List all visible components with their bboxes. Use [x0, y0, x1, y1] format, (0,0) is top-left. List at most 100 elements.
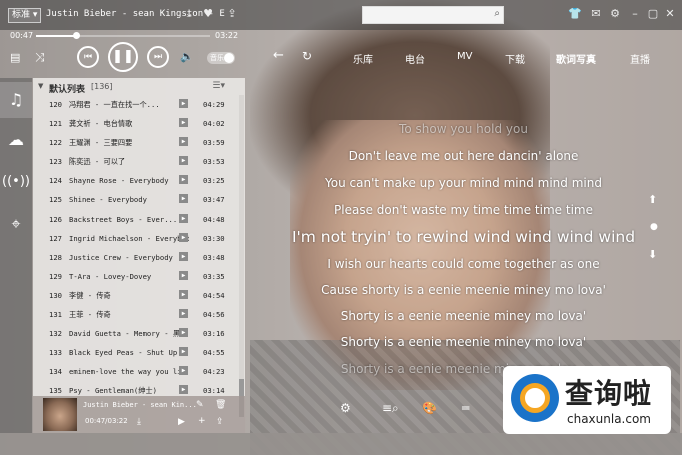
playlist-row[interactable]: 132 David Guetta - Memory - 黑... ▶ 03:16 [33, 324, 238, 343]
close-icon[interactable]: ✕ [663, 7, 677, 21]
cloud-icon[interactable]: ☁ [0, 122, 32, 158]
mv-icon[interactable]: ▶ [179, 156, 188, 166]
mv-icon[interactable]: ▶ [179, 194, 188, 204]
gear-icon[interactable]: ⚙ [608, 7, 622, 21]
location-icon[interactable]: ⌖ [0, 206, 32, 242]
playlist-row[interactable]: 124 Shayne Rose - Everybody ▶ 03:25 [33, 171, 238, 190]
row-duration: 04:56 [203, 310, 225, 320]
edit-icon[interactable]: ✎ [196, 400, 204, 410]
minimize-icon[interactable]: – [628, 7, 642, 21]
mode-toggle[interactable]: 音乐 [207, 52, 235, 64]
list-menu-icon[interactable]: ☰▾ [212, 81, 225, 91]
search-icon[interactable]: ⌕ [494, 8, 500, 19]
mv-icon[interactable]: ▶ [179, 270, 188, 280]
collapse-arrow-icon[interactable]: ▼ [38, 82, 43, 90]
mv-icon[interactable]: ▶ [179, 175, 188, 185]
mv-icon[interactable]: ▶ [179, 385, 188, 395]
row-title: Shayne Rose - Everybody [69, 176, 169, 186]
lines-icon[interactable]: ═ [462, 401, 469, 415]
mv-icon[interactable]: ▶ [179, 232, 188, 242]
row-duration: 04:48 [203, 214, 225, 224]
row-title: Psy - Gentleman(绅士) [69, 386, 157, 396]
tab-lyrics-photo[interactable]: 歌词写真 [556, 51, 596, 66]
row-number: 123 [49, 157, 62, 167]
search-input[interactable] [363, 11, 485, 27]
playlist-row[interactable]: 127 Ingrid Michaelson - Everybody ▶ 03:30 [33, 229, 238, 248]
share-icon[interactable]: ⇪ [216, 417, 224, 427]
playlist-row[interactable]: 125 Shinee - Everybody ▶ 03:47 [33, 190, 238, 209]
tab-live[interactable]: 直播 [630, 51, 650, 66]
playlist-row[interactable]: 123 陈奕迅 - 可以了 ▶ 03:53 [33, 152, 238, 171]
scrollbar[interactable] [239, 95, 244, 417]
row-number: 127 [49, 233, 62, 243]
lyric-line: Shorty is a eenie meenie miney mo lova' [340, 335, 587, 349]
lyrics-window-icon[interactable]: ▤ [10, 51, 20, 64]
mv-icon[interactable]: ▶ [179, 213, 188, 223]
mv-icon[interactable]: ▶ [179, 328, 188, 338]
mv-icon[interactable]: ▶ [179, 251, 188, 261]
message-icon[interactable]: ✉ [589, 7, 603, 21]
search-lyrics-icon[interactable]: ≡⌕ [382, 401, 399, 416]
radio-icon[interactable]: ((•)) [0, 164, 32, 200]
playlist-row[interactable]: 120 冯翔君 - 一直在找一个... ▶ 04:29 [33, 95, 238, 114]
mv-icon[interactable]: ▶ [179, 137, 188, 147]
progress-bar[interactable] [36, 32, 210, 39]
volume-icon[interactable]: 🔈 [180, 50, 194, 63]
settings-icon[interactable]: ⚙ [340, 401, 351, 415]
tab-download[interactable]: 下载 [505, 51, 525, 66]
playlist-row[interactable]: 134 eminem-love the way you lie ▶ 04:23 [33, 362, 238, 381]
row-number: 130 [49, 290, 62, 300]
share-icon[interactable]: ⇪ [225, 7, 239, 21]
row-duration: 04:23 [203, 367, 225, 377]
mv-icon[interactable]: ▶ [179, 118, 188, 128]
search-box[interactable]: ⌕ [362, 6, 504, 27]
mv-icon[interactable]: ▶ [179, 99, 188, 108]
row-number: 120 [49, 100, 62, 109]
refresh-icon[interactable]: ↻ [302, 49, 312, 63]
music-note-icon[interactable]: ♫ [0, 82, 32, 118]
trash-icon[interactable]: 🗑 [215, 400, 226, 410]
row-number: 121 [49, 119, 62, 129]
mv-icon[interactable]: ▶ [179, 289, 188, 299]
next-button[interactable]: ⏭ [147, 46, 169, 68]
playlist-row[interactable]: 131 王菲 - 传奇 ▶ 04:56 [33, 305, 238, 324]
playlist-name: 默认列表 [49, 85, 86, 95]
lyrics-up-icon[interactable]: ⬆ [648, 193, 657, 206]
palette-icon[interactable]: 🎨 [422, 401, 437, 415]
download-icon[interactable]: ⤓ [137, 417, 141, 427]
mv-icon[interactable]: ▶ [179, 347, 188, 357]
playlist-row[interactable]: 129 T-Ara - Lovey-Dovey ▶ 03:35 [33, 267, 238, 286]
mode-toggle-label: 音乐 [210, 54, 224, 62]
playlist-row[interactable]: 133 Black Eyed Peas - Shut Up ▶ 04:55 [33, 343, 238, 362]
tab-mv[interactable]: MV [457, 51, 472, 62]
mv-icon[interactable]: ▶ [179, 366, 188, 376]
skin-icon[interactable]: 👕 [568, 7, 582, 21]
playlist-row[interactable]: 121 龚文祈 - 电台情歌 ▶ 04:02 [33, 114, 238, 133]
add-icon[interactable]: + [198, 416, 206, 426]
download-icon[interactable]: ⤓ [182, 7, 196, 21]
back-icon[interactable]: ← [273, 48, 284, 63]
now-playing-mini[interactable]: Justin Bieber - sean Kin... 00:47/03:22 … [33, 396, 245, 433]
playlist-row[interactable]: 130 李健 - 传奇 ▶ 04:54 [33, 286, 238, 305]
playlist-row[interactable]: 122 王耀渊 - 三要四要 ▶ 03:59 [33, 133, 238, 152]
watermark-en: chaxunla.com [567, 412, 651, 426]
progress-knob[interactable] [73, 32, 81, 39]
maximize-icon[interactable]: ▢ [646, 7, 660, 21]
playlist-row[interactable]: 126 Backstreet Boys - Ever... ▶ 04:48 [33, 210, 238, 229]
previous-button[interactable]: ⏮ [77, 46, 99, 68]
mv-icon[interactable]: ▶ [178, 417, 185, 427]
mv-icon[interactable]: ▶ [179, 309, 188, 319]
heart-icon[interactable]: ♥ [201, 7, 215, 21]
lyrics-down-icon[interactable]: ⬇ [648, 248, 657, 261]
row-duration: 03:25 [203, 176, 225, 186]
shuffle-icon[interactable]: ⤨ [35, 50, 45, 65]
row-duration: 03:35 [203, 271, 225, 281]
tab-radio[interactable]: 电台 [405, 51, 425, 66]
lyrics-dot-icon[interactable]: ● [650, 222, 658, 232]
playlist-row[interactable]: 128 Justice Crew - Everybody ▶ 03:48 [33, 248, 238, 267]
playlist-header[interactable]: ▼ 默认列表 [136] ☰▾ [33, 78, 245, 95]
tab-library[interactable]: 乐库 [353, 51, 373, 66]
sound-quality-button[interactable]: 标准 ▾ [8, 8, 42, 23]
left-nav: ♫ ☁ ((•)) ⌖ [0, 78, 32, 433]
pause-button[interactable]: ❚❚ [108, 42, 138, 72]
